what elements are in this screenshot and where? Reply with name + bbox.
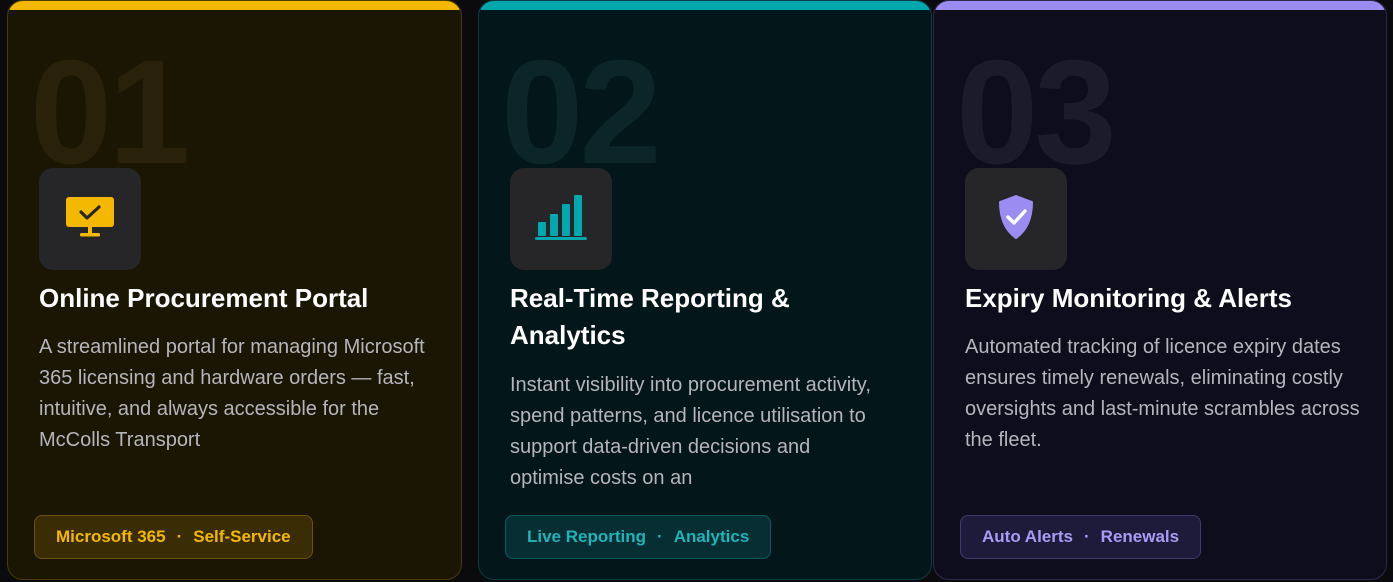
tag-separator: · xyxy=(657,527,663,546)
feature-card-expiry-monitoring: 03 Expiry Monitoring & Alerts Automated … xyxy=(933,0,1387,580)
card-title: Real-Time Reporting & Analytics xyxy=(510,283,790,350)
feature-card-procurement-portal: 01 Online Procurement Portal A streamlin… xyxy=(7,0,462,580)
tag-label: Live Reporting xyxy=(527,527,647,546)
card-number: 03 xyxy=(956,30,1117,195)
tag-label: Renewals xyxy=(1100,527,1180,546)
features-section: 01 Online Procurement Portal A streamlin… xyxy=(0,0,1393,582)
feature-card-reporting-analytics: 02 Real-Time Reporting & Analytics Insta… xyxy=(478,0,932,580)
bar-chart-icon xyxy=(533,192,589,247)
tag-pill: Live Reporting · Analytics xyxy=(505,515,772,559)
tag-pill: Microsoft 365 · Self-Service xyxy=(34,515,313,559)
card-title: Expiry Monitoring & Alerts xyxy=(965,283,1292,313)
tag-separator: · xyxy=(1084,527,1090,546)
card-description: A streamlined portal for managing Micros… xyxy=(39,336,425,451)
shield-check-icon xyxy=(996,194,1036,245)
tag-separator: · xyxy=(176,527,183,546)
tag-label: Analytics xyxy=(673,527,750,546)
card-accent-bar xyxy=(479,1,931,10)
card-accent-bar xyxy=(8,1,461,10)
card-number: 01 xyxy=(30,30,191,195)
tag-label: Self-Service xyxy=(193,527,291,546)
icon-tile xyxy=(39,168,141,270)
monitor-check-icon xyxy=(64,195,116,244)
tag-pill: Auto Alerts · Renewals xyxy=(960,515,1202,559)
tag-label: Microsoft 365 xyxy=(56,527,166,546)
card-number: 02 xyxy=(501,30,662,195)
icon-tile xyxy=(965,168,1067,270)
card-description: Instant visibility into procurement acti… xyxy=(510,374,871,489)
icon-tile xyxy=(510,168,612,270)
card-title: Online Procurement Portal xyxy=(39,283,369,313)
tag-label: Auto Alerts xyxy=(982,527,1073,546)
card-description: Automated tracking of licence expiry dat… xyxy=(965,336,1360,451)
card-accent-bar xyxy=(934,1,1386,10)
